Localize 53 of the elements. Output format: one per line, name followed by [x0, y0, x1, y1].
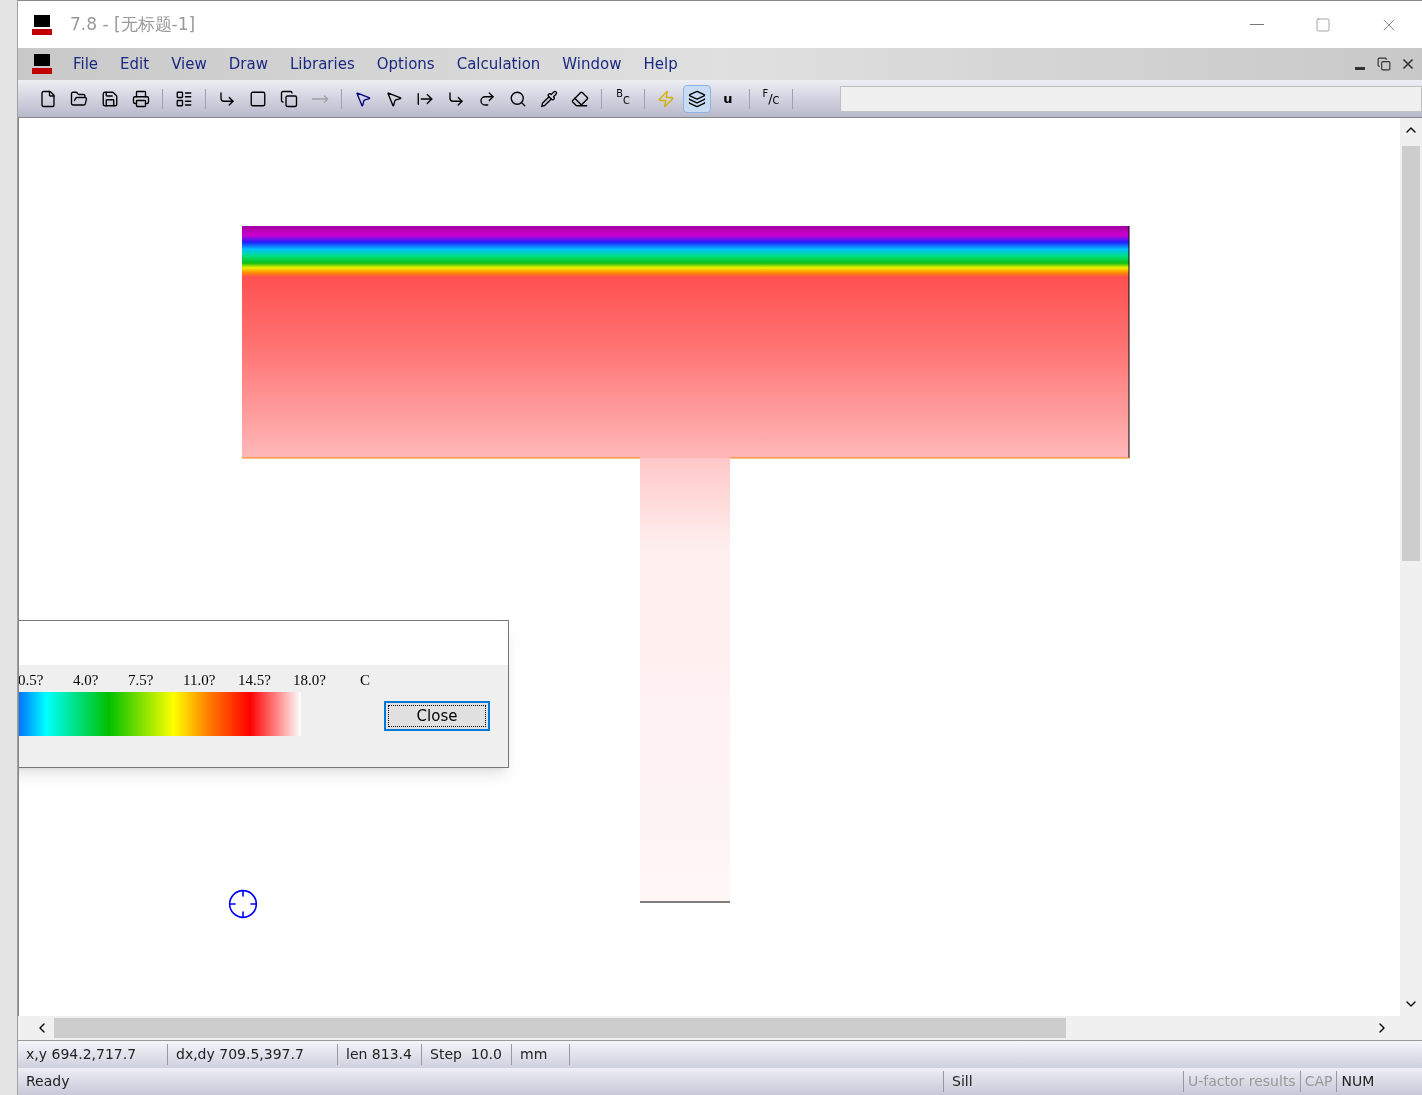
status-text: Sill	[943, 1071, 1183, 1092]
folder-icon	[70, 89, 88, 108]
minimize-icon	[1250, 24, 1264, 25]
close-icon	[1400, 56, 1416, 72]
zoom-icon	[509, 89, 527, 108]
lightning-icon	[657, 89, 675, 108]
legend-label: 7.5?	[128, 673, 155, 688]
step-readout: Step 10.0	[422, 1044, 512, 1065]
maximize-icon	[1315, 16, 1331, 33]
menu-item[interactable]: Edit	[109, 52, 161, 76]
legend-unit: C	[360, 673, 370, 688]
rectangle-icon	[249, 89, 267, 108]
delta-readout: dx,dy 709.5,397.7	[168, 1044, 338, 1065]
menu-item[interactable]: Calculation	[445, 52, 552, 76]
drawing-canvas[interactable]: 0.5? 4.0? 7.5? 11.0? 14.5? 18.0? C Close	[18, 118, 1400, 1016]
new-file-icon	[39, 89, 57, 108]
menu-item[interactable]: Draw	[217, 52, 279, 76]
coordinates-readout: x,y 694.2,717.7	[18, 1044, 168, 1065]
crosshair-icon	[227, 888, 259, 920]
legend-label: 11.0?	[183, 673, 217, 688]
menu-item[interactable]: Options	[365, 52, 446, 76]
app-logo-icon	[30, 12, 54, 37]
menu-item[interactable]: Help	[632, 52, 689, 76]
save-icon	[101, 89, 119, 108]
status-text: NUM	[1336, 1071, 1379, 1092]
status-text: CAP	[1299, 1071, 1337, 1092]
arc-icon	[478, 89, 496, 108]
toolbar-button[interactable]	[683, 84, 711, 113]
length-readout: len 813.4	[338, 1044, 422, 1065]
close-button[interactable]: Close	[384, 701, 490, 731]
list-icon	[175, 89, 193, 108]
legend-label: 0.5?	[19, 673, 45, 688]
copy-icon	[280, 89, 298, 108]
menu-item[interactable]: Window	[551, 52, 633, 76]
eraser-icon	[571, 89, 589, 108]
menu-item[interactable]: File	[62, 52, 110, 76]
toolbar-button[interactable]: u	[714, 84, 742, 113]
document-logo-icon	[30, 52, 54, 76]
pipette-icon	[540, 89, 558, 108]
menu-item[interactable]: View	[160, 52, 218, 76]
legend-label: 18.0?	[293, 673, 327, 688]
window-title: 7.8 - [无标题-1]	[70, 12, 196, 36]
toolbar-combo-field[interactable]	[840, 85, 1422, 112]
status-text: Ready	[25, 1072, 71, 1091]
status-text: U-factor results	[1183, 1071, 1300, 1092]
minimize-icon	[1355, 67, 1365, 70]
legend-label: 14.5?	[238, 673, 272, 688]
legend-label: 4.0?	[73, 673, 100, 688]
printer-icon	[132, 89, 150, 108]
restore-icon	[1377, 57, 1391, 71]
units-readout: mm	[512, 1044, 570, 1065]
pointer-icon	[385, 89, 403, 108]
menu-item[interactable]: Libraries	[278, 52, 366, 76]
